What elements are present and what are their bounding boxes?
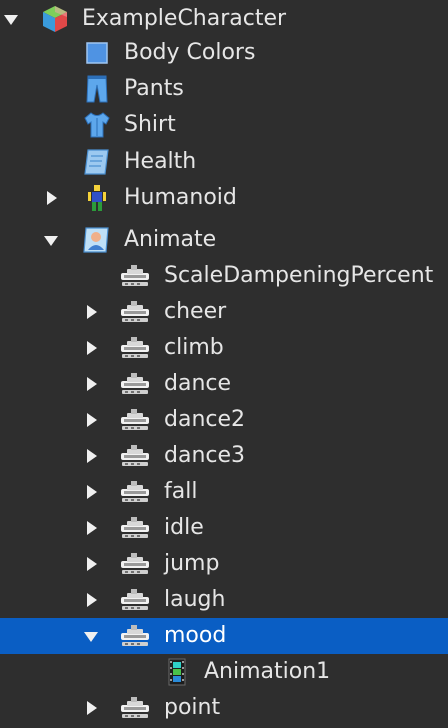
- tree-item-label: jump: [164, 551, 220, 576]
- value-icon: [120, 333, 150, 363]
- tree-row-cheer[interactable]: cheer: [0, 294, 448, 330]
- tree-item-label: dance3: [164, 443, 246, 468]
- chevron-right-icon[interactable]: [84, 510, 100, 546]
- tree-item-label: Pants: [124, 76, 184, 101]
- tree-row-dance2[interactable]: dance2: [0, 402, 448, 438]
- tree-row-fall[interactable]: fall: [0, 474, 448, 510]
- chevron-right-icon[interactable]: [84, 294, 100, 330]
- chevron-right-icon[interactable]: [84, 582, 100, 618]
- chevron-right-icon[interactable]: [84, 330, 100, 366]
- tree-item-label: mood: [164, 623, 227, 648]
- tree-row-humanoid[interactable]: Humanoid: [0, 180, 448, 216]
- tree-item-label: fall: [164, 479, 198, 504]
- tree-item-label: cheer: [164, 299, 227, 324]
- chevron-right-icon[interactable]: [84, 402, 100, 438]
- tree-row-mood[interactable]: mood: [0, 618, 448, 654]
- tree-item-label: Animation1: [204, 659, 331, 684]
- chevron-down-icon[interactable]: [4, 1, 20, 37]
- value-icon: [120, 261, 150, 291]
- value-icon: [120, 441, 150, 471]
- tree-item-label: Body Colors: [124, 40, 256, 65]
- value-icon: [120, 405, 150, 435]
- explorer-tree: ExampleCharacter Body Colors Pants Shirt: [0, 0, 448, 728]
- body-colors-icon: [82, 38, 112, 68]
- tree-row-climb[interactable]: climb: [0, 330, 448, 366]
- pants-icon: [82, 74, 112, 104]
- shirt-icon: [82, 110, 112, 140]
- value-icon: [120, 297, 150, 327]
- tree-item-label: ScaleDampeningPercent: [164, 263, 434, 288]
- tree-row-dance[interactable]: dance: [0, 366, 448, 402]
- tree-item-label: dance2: [164, 407, 246, 432]
- value-icon: [120, 513, 150, 543]
- tree-row-jump[interactable]: jump: [0, 546, 448, 582]
- tree-row-animation1[interactable]: Animation1: [0, 654, 448, 690]
- tree-item-label: idle: [164, 515, 204, 540]
- tree-row-laugh[interactable]: laugh: [0, 582, 448, 618]
- chevron-right-icon[interactable]: [84, 438, 100, 474]
- chevron-right-icon[interactable]: [44, 180, 60, 216]
- tree-row-idle[interactable]: idle: [0, 510, 448, 546]
- chevron-right-icon[interactable]: [84, 366, 100, 402]
- tree-row-pants[interactable]: Pants: [0, 71, 448, 107]
- tree-row-point[interactable]: point: [0, 690, 448, 726]
- tree-row-body-colors[interactable]: Body Colors: [0, 35, 448, 71]
- tree-row-animate[interactable]: Animate: [0, 222, 448, 258]
- tree-item-label: Health: [124, 149, 197, 174]
- humanoid-icon: [82, 183, 112, 213]
- tree-item-label: ExampleCharacter: [82, 6, 287, 31]
- value-icon: [120, 369, 150, 399]
- value-icon: [120, 477, 150, 507]
- tree-item-label: Animate: [124, 227, 217, 252]
- tree-item-label: climb: [164, 335, 224, 360]
- value-icon: [120, 585, 150, 615]
- script-icon: [82, 147, 112, 177]
- tree-item-label: laugh: [164, 587, 226, 612]
- tree-row-examplecharacter[interactable]: ExampleCharacter: [0, 1, 448, 37]
- value-icon: [120, 549, 150, 579]
- chevron-right-icon[interactable]: [84, 474, 100, 510]
- tree-item-label: dance: [164, 371, 232, 396]
- chevron-down-icon[interactable]: [84, 618, 100, 654]
- local-script-icon: [82, 225, 112, 255]
- tree-row-shirt[interactable]: Shirt: [0, 107, 448, 143]
- value-icon: [120, 693, 150, 723]
- tree-item-label: Humanoid: [124, 185, 237, 210]
- value-icon: [120, 621, 150, 651]
- animation-icon: [162, 657, 192, 687]
- chevron-right-icon[interactable]: [84, 690, 100, 726]
- tree-item-label: point: [164, 695, 221, 720]
- tree-row-dance3[interactable]: dance3: [0, 438, 448, 474]
- tree-row-scaledampeningpercent[interactable]: ScaleDampeningPercent: [0, 258, 448, 294]
- chevron-down-icon[interactable]: [44, 222, 60, 258]
- tree-row-health[interactable]: Health: [0, 144, 448, 180]
- tree-item-label: Shirt: [124, 112, 176, 137]
- model-icon: [40, 4, 70, 34]
- chevron-right-icon[interactable]: [84, 546, 100, 582]
